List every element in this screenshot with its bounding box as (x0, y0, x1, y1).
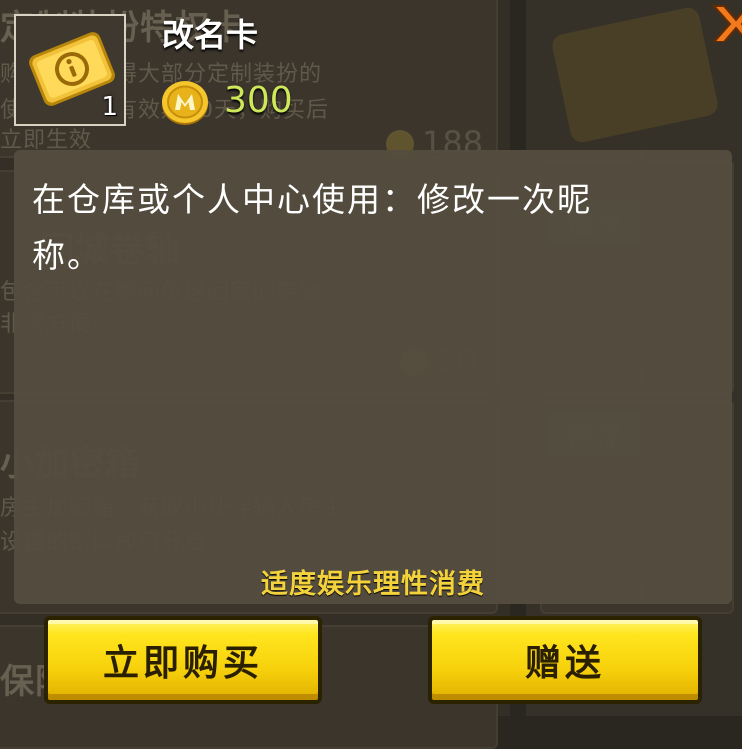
buy-now-button[interactable]: 立即购买 (44, 616, 322, 704)
disclaimer-text: 适度娱乐理性消费 (261, 569, 485, 600)
gift-button[interactable]: 赠送 (428, 616, 702, 704)
item-price: 300 (224, 80, 293, 121)
mini-coin-icon (162, 81, 208, 125)
item-name: 改名卡 (162, 16, 259, 54)
close-icon (711, 5, 742, 43)
item-quantity: 1 (101, 92, 118, 122)
item-description-panel: 在仓库或个人中心使用：修改一次昵称。 适度娱乐理性消费 (14, 150, 732, 604)
item-description: 在仓库或个人中心使用：修改一次昵称。 (32, 180, 592, 275)
close-button[interactable] (711, 0, 742, 43)
item-icon-tile: 1 (14, 14, 126, 126)
